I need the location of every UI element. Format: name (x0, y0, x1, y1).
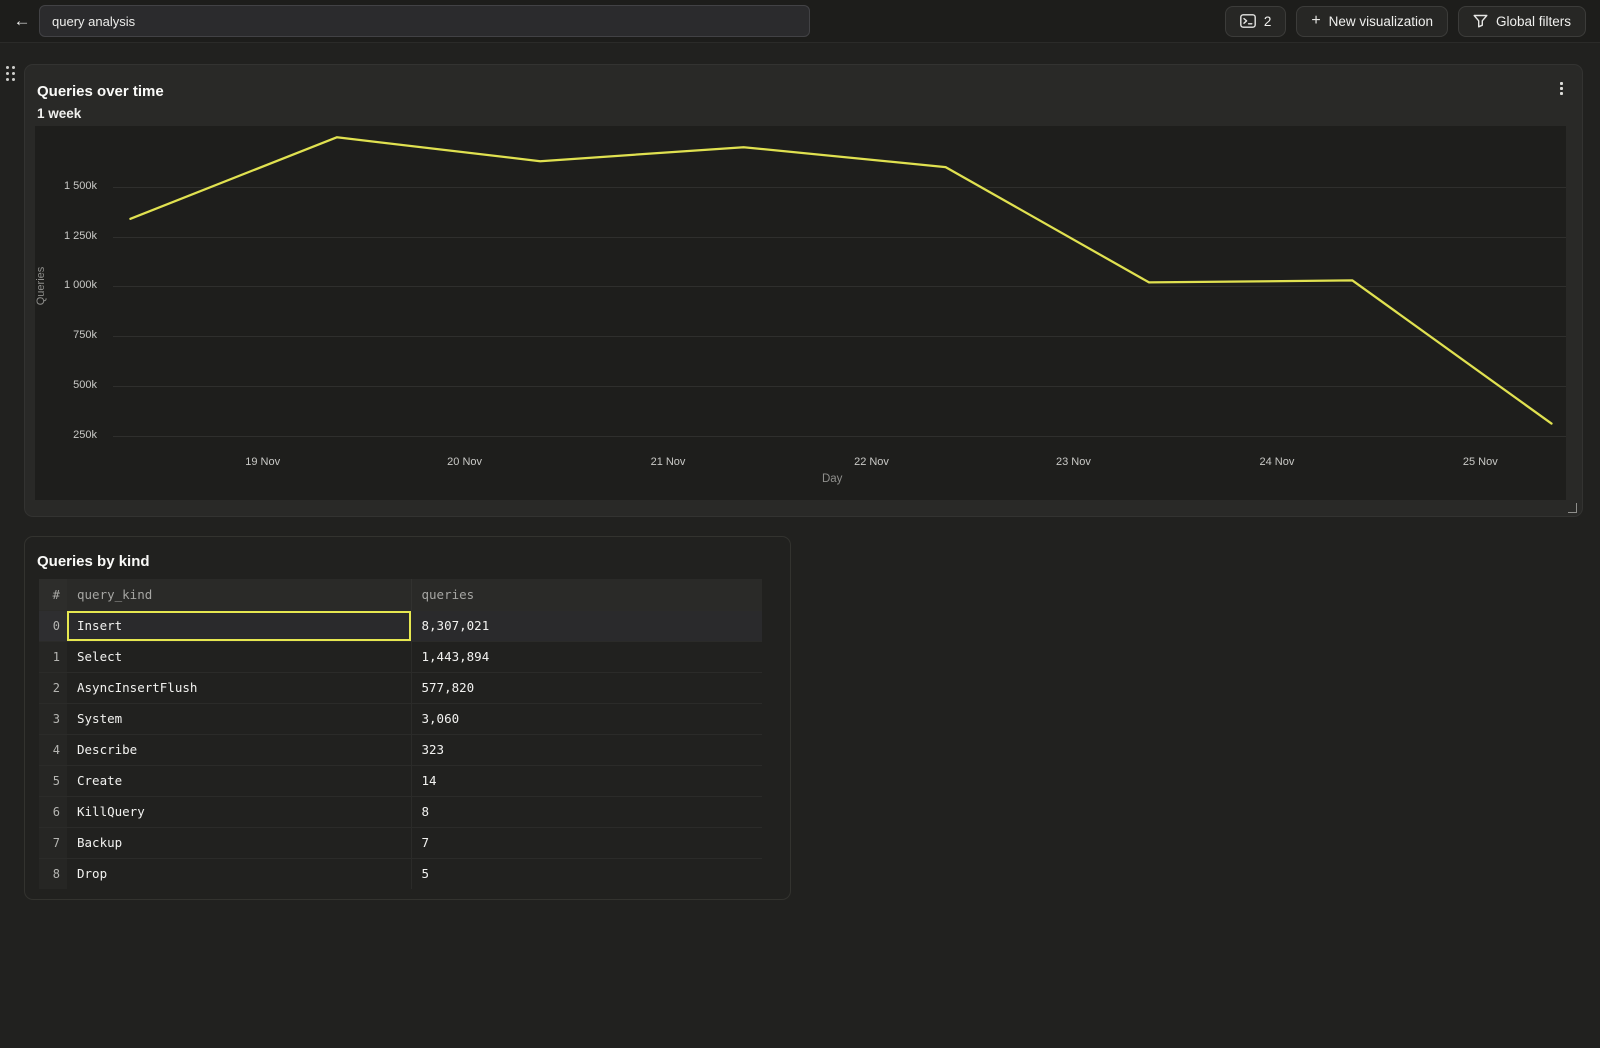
y-axis-title: Queries (35, 254, 47, 318)
x-tick-label: 24 Nov (1259, 456, 1294, 468)
row-index-cell: 1 (39, 641, 67, 672)
row-index-cell: 5 (39, 765, 67, 796)
table-row: 5Create14 (39, 765, 762, 796)
table-title: Queries by kind (37, 553, 150, 570)
table-row: 4Describe323 (39, 734, 762, 765)
new-visualization-button[interactable]: + New visualization (1296, 6, 1448, 37)
resize-corner-icon[interactable] (1568, 503, 1577, 513)
global-filters-label: Global filters (1496, 14, 1571, 29)
x-tick-label: 20 Nov (447, 456, 482, 468)
x-axis-title: Day (822, 473, 842, 485)
table-row: 7Backup7 (39, 827, 762, 858)
queries-value-cell[interactable]: 3,060 (411, 703, 762, 734)
global-filters-button[interactable]: Global filters (1458, 6, 1586, 37)
x-tick-label: 22 Nov (854, 456, 889, 468)
query-kind-cell[interactable]: Create (67, 765, 411, 796)
column-header-queries[interactable]: queries (411, 579, 762, 610)
y-tick-label: 1 250k (35, 230, 97, 242)
row-index-cell: 6 (39, 796, 67, 827)
drag-handle-icon[interactable] (6, 66, 20, 84)
query-kind-cell[interactable]: Drop (67, 858, 411, 889)
line-chart-plot: 1 500k1 250k1 000k750k500k250k Queries 1… (35, 126, 1566, 500)
row-index-cell: 3 (39, 703, 67, 734)
row-index-cell: 2 (39, 672, 67, 703)
dashboard-title-input[interactable] (39, 5, 810, 37)
console-count-button[interactable]: 2 (1225, 6, 1287, 37)
back-arrow-icon: ← (14, 11, 31, 31)
queries-value-cell[interactable]: 1,443,894 (411, 641, 762, 672)
query-kind-cell-selected[interactable]: Insert (67, 610, 411, 641)
queries-by-kind-panel: Queries by kind # query_kind queries 0In… (24, 536, 791, 900)
x-tick-label: 25 Nov (1463, 456, 1498, 468)
x-tick-label: 23 Nov (1056, 456, 1091, 468)
table-row: 2AsyncInsertFlush577,820 (39, 672, 762, 703)
queries-over-time-panel: Queries over time 1 week 1 500k1 250k1 0… (24, 64, 1583, 517)
table-row: 0Insert8,307,021 (39, 610, 762, 641)
queries-by-kind-table: # query_kind queries 0Insert8,307,0211Se… (39, 579, 762, 889)
queries-value-cell[interactable]: 8 (411, 796, 762, 827)
queries-line-series (113, 126, 1566, 500)
y-tick-label: 750k (35, 329, 97, 341)
table-row: 6KillQuery8 (39, 796, 762, 827)
chart-subtitle: 1 week (37, 106, 81, 121)
funnel-icon (1473, 14, 1488, 28)
kebab-menu-icon[interactable] (1554, 81, 1568, 99)
dashboard-screen: ← 2 + New visualization G (0, 0, 1600, 1048)
chart-title: Queries over time (37, 83, 164, 100)
row-index-cell: 4 (39, 734, 67, 765)
queries-value-cell[interactable]: 577,820 (411, 672, 762, 703)
query-kind-cell[interactable]: AsyncInsertFlush (67, 672, 411, 703)
table-header-row: # query_kind queries (39, 579, 762, 610)
y-tick-label: 500k (35, 379, 97, 391)
table-row: 1Select1,443,894 (39, 641, 762, 672)
row-index-cell: 8 (39, 858, 67, 889)
console-icon (1240, 14, 1256, 28)
back-button[interactable]: ← (8, 6, 36, 36)
plus-icon: + (1311, 13, 1320, 29)
x-tick-label: 21 Nov (651, 456, 686, 468)
queries-value-cell[interactable]: 8,307,021 (411, 610, 762, 641)
query-kind-cell[interactable]: Select (67, 641, 411, 672)
query-kind-cell[interactable]: System (67, 703, 411, 734)
column-header-index[interactable]: # (39, 579, 67, 610)
x-tick-label: 19 Nov (245, 456, 280, 468)
top-bar: ← 2 + New visualization G (0, 0, 1600, 43)
column-header-query-kind[interactable]: query_kind (67, 579, 411, 610)
table-row: 8Drop5 (39, 858, 762, 889)
new-visualization-label: New visualization (1329, 14, 1433, 29)
queries-value-cell[interactable]: 323 (411, 734, 762, 765)
query-kind-cell[interactable]: KillQuery (67, 796, 411, 827)
console-count-label: 2 (1264, 14, 1272, 29)
query-kind-cell[interactable]: Describe (67, 734, 411, 765)
queries-value-cell[interactable]: 7 (411, 827, 762, 858)
y-tick-label: 250k (35, 429, 97, 441)
table-row: 3System3,060 (39, 703, 762, 734)
queries-value-cell[interactable]: 14 (411, 765, 762, 796)
y-tick-label: 1 500k (35, 180, 97, 192)
query-kind-cell[interactable]: Backup (67, 827, 411, 858)
row-index-cell: 0 (39, 610, 67, 641)
queries-value-cell[interactable]: 5 (411, 858, 762, 889)
row-index-cell: 7 (39, 827, 67, 858)
